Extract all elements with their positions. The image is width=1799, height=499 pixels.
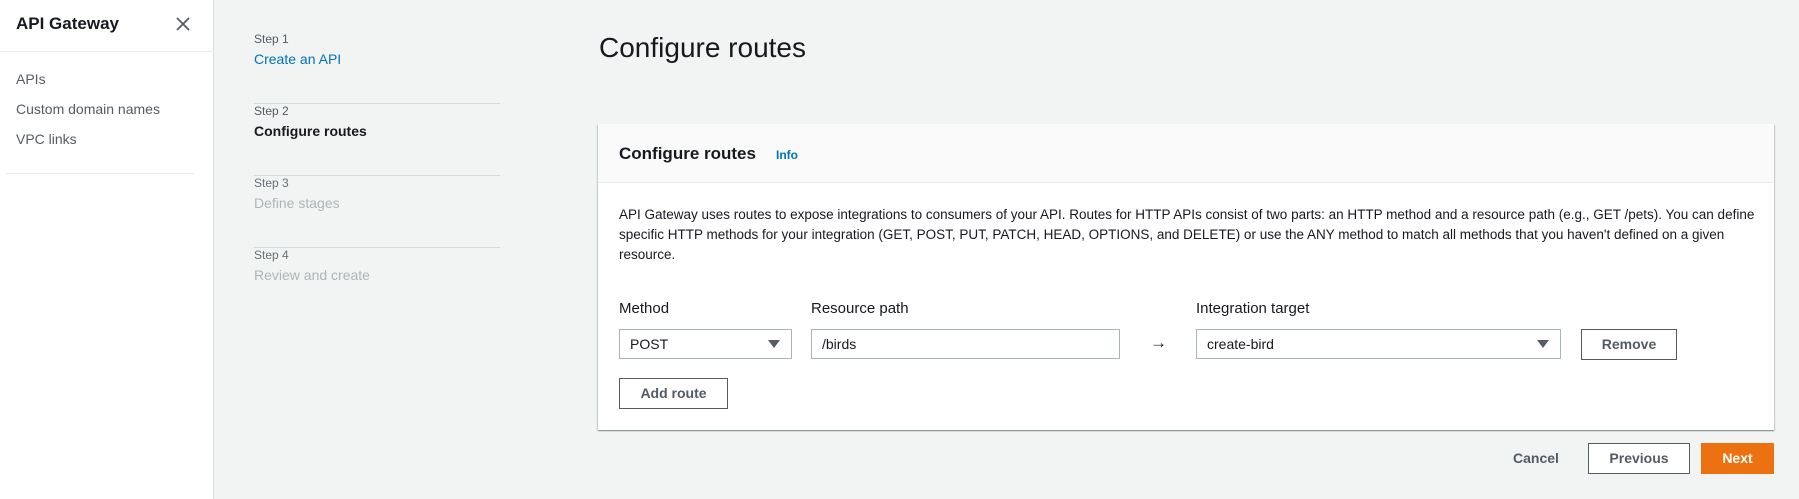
resource-path-input[interactable]: /birds xyxy=(811,329,1120,359)
integration-target-label: Integration target xyxy=(1196,300,1310,317)
resource-path-label: Resource path xyxy=(811,300,909,317)
step-number: Step 1 xyxy=(254,32,289,46)
step-1: Step 1 Create an API xyxy=(254,32,500,104)
step-label-define-stages: Define stages xyxy=(254,195,340,211)
step-number: Step 4 xyxy=(254,248,289,262)
panel-title: Configure routes xyxy=(619,144,756,163)
next-button[interactable]: Next xyxy=(1701,443,1774,474)
sidebar-nav: APIs Custom domain names VPC links xyxy=(16,70,160,160)
close-icon[interactable] xyxy=(172,13,194,35)
sidebar-item-custom-domain-names[interactable]: Custom domain names xyxy=(16,100,160,130)
step-label-review-and-create: Review and create xyxy=(254,267,370,283)
wizard-steps: Step 1 Create an API Step 2 Configure ro… xyxy=(254,32,500,320)
resource-path-value: /birds xyxy=(822,336,857,352)
step-number: Step 2 xyxy=(254,104,289,118)
page-title: Configure routes xyxy=(599,32,807,63)
method-label: Method xyxy=(619,300,670,317)
arrow-right-icon: → xyxy=(1150,333,1167,352)
sidebar: API Gateway APIs Custom domain names VPC… xyxy=(0,0,214,499)
step-link-create-api[interactable]: Create an API xyxy=(254,51,341,67)
configure-routes-panel: Configure routes Info API Gateway uses r… xyxy=(598,124,1774,430)
integration-target-select[interactable]: create-bird xyxy=(1196,329,1561,359)
cancel-button[interactable]: Cancel xyxy=(1513,450,1559,466)
add-route-button[interactable]: Add route xyxy=(619,378,728,409)
sidebar-item-vpc-links[interactable]: VPC links xyxy=(16,130,160,160)
step-label-configure-routes: Configure routes xyxy=(254,123,367,139)
method-select[interactable]: POST xyxy=(619,329,792,359)
step-2: Step 2 Configure routes xyxy=(254,104,500,176)
sidebar-header: API Gateway xyxy=(0,0,214,52)
integration-target-value: create-bird xyxy=(1207,336,1274,352)
remove-route-button[interactable]: Remove xyxy=(1581,329,1677,360)
step-4: Step 4 Review and create xyxy=(254,248,500,320)
app-root: API Gateway APIs Custom domain names VPC… xyxy=(0,0,1799,499)
panel-description: API Gateway uses routes to expose integr… xyxy=(619,207,1755,262)
previous-button[interactable]: Previous xyxy=(1588,443,1690,474)
step-3: Step 3 Define stages xyxy=(254,176,500,248)
info-link[interactable]: Info xyxy=(776,148,798,162)
step-number: Step 3 xyxy=(254,176,289,190)
panel-header: Configure routes Info xyxy=(598,124,1774,183)
sidebar-title: API Gateway xyxy=(16,14,119,33)
method-select-value: POST xyxy=(630,336,669,352)
sidebar-divider xyxy=(6,173,194,174)
caret-down-icon xyxy=(1537,340,1549,348)
caret-down-icon xyxy=(768,340,780,348)
sidebar-item-apis[interactable]: APIs xyxy=(16,70,160,100)
